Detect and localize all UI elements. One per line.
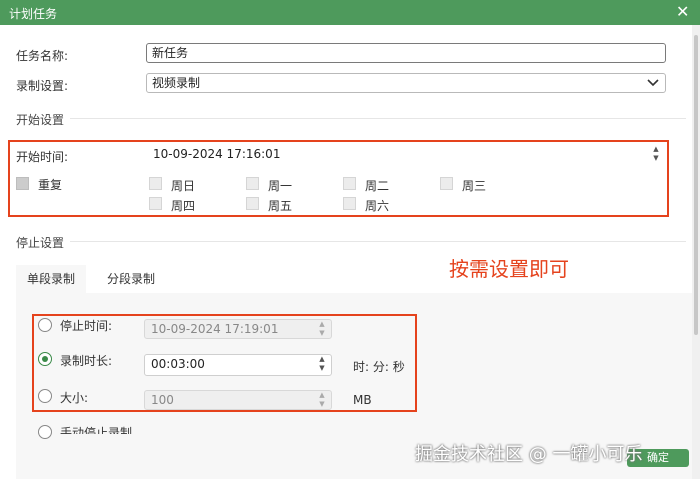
weekday-label-thu: 周四 bbox=[171, 199, 196, 213]
watermark-text: 掘金技术社区 @ 一罐小可乐 bbox=[415, 444, 643, 465]
scrollbar[interactable] bbox=[692, 25, 700, 479]
size-label: 大小: bbox=[60, 391, 89, 405]
duration-radio[interactable] bbox=[38, 352, 52, 366]
weekday-checkbox-thu[interactable] bbox=[149, 197, 162, 210]
task-name-label: 任务名称: bbox=[16, 49, 69, 63]
repeat-label: 重复 bbox=[38, 178, 63, 192]
start-section-divider bbox=[70, 118, 686, 119]
stop-time-radio[interactable] bbox=[38, 318, 52, 332]
scrollbar-thumb[interactable] bbox=[694, 35, 698, 335]
weekday-checkbox-sat[interactable] bbox=[343, 197, 356, 210]
start-time-label: 开始时间: bbox=[16, 150, 69, 164]
title-bar: 计划任务 ✕ bbox=[0, 0, 700, 25]
annotation-text: 按需设置即可 bbox=[449, 257, 569, 281]
weekday-label-wed: 周三 bbox=[462, 179, 487, 193]
chevron-down-icon bbox=[647, 79, 659, 87]
window-title: 计划任务 bbox=[9, 7, 58, 21]
stop-section-divider bbox=[70, 241, 686, 242]
record-setting-value: 视频录制 bbox=[152, 76, 201, 90]
weekday-checkbox-mon[interactable] bbox=[246, 177, 259, 190]
tab-segment-record[interactable]: 分段录制 bbox=[96, 265, 166, 293]
duration-label: 录制时长: bbox=[60, 354, 113, 368]
tab-single-record[interactable]: 单段录制 bbox=[16, 265, 86, 293]
duration-unit: 时: 分: 秒 bbox=[353, 360, 405, 374]
size-input[interactable]: 100 ▲ ▼ bbox=[144, 390, 332, 410]
duration-input[interactable]: 00:03:00 ▲ ▼ bbox=[144, 354, 332, 376]
weekday-label-sun: 周日 bbox=[171, 179, 196, 193]
weekday-label-tue: 周二 bbox=[365, 179, 390, 193]
spin-arrows-icon[interactable]: ▲ ▼ bbox=[651, 145, 661, 163]
close-icon[interactable]: ✕ bbox=[676, 3, 689, 21]
duration-value: 00:03:00 bbox=[151, 357, 205, 371]
stop-section-heading: 停止设置 bbox=[16, 236, 65, 250]
task-name-input[interactable]: 新任务 bbox=[146, 43, 666, 63]
weekday-checkbox-fri[interactable] bbox=[246, 197, 259, 210]
stop-time-label: 停止时间: bbox=[60, 319, 113, 333]
weekday-checkbox-wed[interactable] bbox=[440, 177, 453, 190]
weekday-label-fri: 周五 bbox=[268, 199, 293, 213]
size-unit: MB bbox=[353, 393, 372, 407]
stop-time-input[interactable]: 10-09-2024 17:19:01 ▲ ▼ bbox=[144, 319, 332, 339]
stop-time-value: 10-09-2024 17:19:01 bbox=[151, 322, 279, 336]
weekday-label-mon: 周一 bbox=[268, 179, 293, 193]
manual-stop-label: 手动停止录制 bbox=[60, 426, 133, 434]
spin-arrows-icon[interactable]: ▲ ▼ bbox=[317, 391, 327, 409]
manual-stop-radio[interactable] bbox=[38, 425, 52, 439]
record-setting-select[interactable]: 视频录制 bbox=[146, 73, 666, 93]
start-section-heading: 开始设置 bbox=[16, 113, 65, 127]
size-radio[interactable] bbox=[38, 389, 52, 403]
weekday-checkbox-sun[interactable] bbox=[149, 177, 162, 190]
size-value: 100 bbox=[151, 393, 174, 407]
record-setting-label: 录制设置: bbox=[16, 79, 69, 93]
start-time-value: 10-09-2024 17:16:01 bbox=[153, 147, 281, 161]
weekday-checkbox-tue[interactable] bbox=[343, 177, 356, 190]
start-time-input[interactable]: 10-09-2024 17:16:01 ▲ ▼ bbox=[146, 144, 666, 164]
spin-arrows-icon[interactable]: ▲ ▼ bbox=[317, 355, 327, 375]
repeat-checkbox[interactable] bbox=[16, 177, 29, 190]
weekday-label-sat: 周六 bbox=[365, 199, 390, 213]
spin-arrows-icon[interactable]: ▲ ▼ bbox=[317, 320, 327, 338]
